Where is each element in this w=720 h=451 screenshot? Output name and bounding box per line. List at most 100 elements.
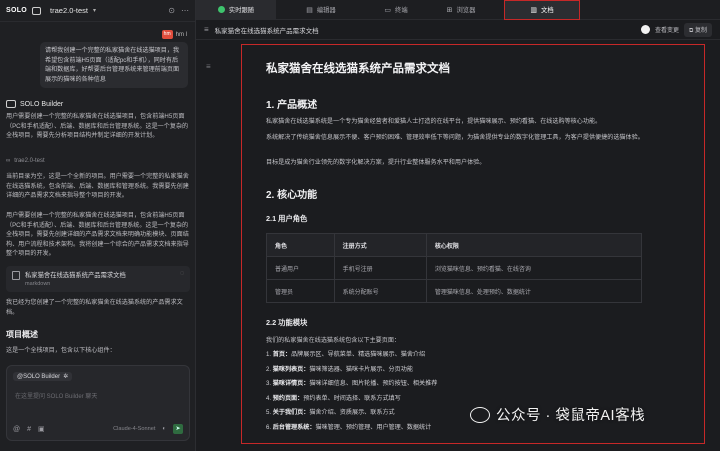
doc-paragraph: 目标是成为猫舍行业领先的数字化解决方案，提升行业整体服务水平和用户体验。 (266, 159, 486, 166)
list-item: 4. 预约页面：预约表单、时间选择、联系方式填写 (266, 394, 401, 402)
list-item: 6. 后台管理系统：猫咪管理、预约管理、用户管理、数据统计 (266, 423, 432, 431)
table-row: 普通用户 手机号注册 浏览猫咪信息、预约看猫、在线咨询 (266, 256, 643, 280)
table-header: 注册方式 (333, 233, 427, 257)
view-changes-label[interactable]: 查看变更 (655, 25, 679, 34)
document-view: 私家猫舍在线选猫系统产品需求文档 1. 产品概述 私家猫舍在线选猫系统是一个专为… (241, 44, 705, 444)
table-cell: 管理猫咪信息、处理预约、数据统计 (425, 279, 643, 303)
top-bar: SOLO trae2.0-test ▾ ⊙ ⋯ (0, 0, 195, 22)
assistant-name: SOLO Builder (20, 100, 64, 108)
solo-builder-icon (6, 100, 16, 108)
history-icon[interactable]: ⊙ (168, 6, 175, 15)
wechat-icon (470, 406, 490, 423)
copy-icon: ⧉ (689, 27, 694, 34)
list-item: 2. 猫咪列表页：猫咪筛选器、猫咪卡片展示、分页功能 (266, 365, 413, 373)
table-row: 管理员 系统分配账号 管理猫咪信息、处理预约、数据统计 (266, 279, 643, 303)
list-item: 1. 首页：品牌展示区、导航菜单、精选猫咪展示、猫舍介绍 (266, 351, 426, 358)
avatar: hm (161, 30, 173, 39)
section-heading: 1. 产品概述 (266, 100, 318, 111)
subsection-heading: 2.2 功能模块 (266, 318, 308, 327)
terminal-icon: ▭ (384, 6, 392, 14)
hash-icon[interactable]: # (27, 426, 31, 433)
live-dot-icon (217, 6, 225, 13)
watermark-text: 公众号 · 袋鼠帝AI客栈 (496, 408, 646, 424)
user-name: hm l (175, 31, 187, 38)
doc-paragraph: 我们的私家猫舍在线选猫系统包含以下主要页面： (266, 337, 401, 344)
tab-bar: 实时跟随 ▤ 编辑器 ▭ 终端 ⊞ 浏览器 ▥ 文档 (196, 0, 720, 20)
tab-editor[interactable]: ▤ 编辑器 (276, 0, 366, 20)
tab-label: 终端 (395, 7, 408, 14)
folder-tag[interactable]: ∞ trae2.0-test (6, 158, 45, 164)
doc-paragraph: 系统解决了传统猫舍信息展示不便、客户预约困难、管理效率低下等问题，为猫舍提供专业… (266, 134, 644, 141)
browser-icon: ⊞ (446, 6, 453, 14)
assistant-paragraph: 用户需要创建一个完整的私家猫舍在线选猫项目，包含前端H5页面（PC和手机适配）、… (6, 212, 189, 258)
workspace-panel: 实时跟随 ▤ 编辑器 ▭ 终端 ⊞ 浏览器 ▥ 文档 ≡ 私家猫舍在线选猫系统产… (196, 0, 720, 451)
table-cell: 手机号注册 (333, 256, 427, 280)
expand-icon[interactable]: ◌ (180, 270, 184, 277)
input-placeholder[interactable]: 在这里提问 SOLO Builder 聊天 (15, 391, 97, 400)
table-cell: 管理员 (266, 279, 335, 303)
list-item: 5. 关于我们页：猫舍介绍、资质展示、联系方式 (266, 409, 395, 416)
agent-tag[interactable]: @SOLO Builder ✲ (13, 372, 73, 381)
chevron-down-icon[interactable]: ▾ (93, 7, 96, 14)
at-icon[interactable]: @ (13, 426, 20, 433)
outline-icon[interactable]: ≡ (206, 62, 211, 71)
model-selector[interactable]: Claude-4-Sonnet (113, 426, 155, 432)
sparkle-icon: ✲ (63, 374, 69, 380)
table-header: 核心权限 (425, 233, 643, 257)
app-window: SOLO trae2.0-test ▾ ⊙ ⋯ hm hm l 请帮我创建一个完… (0, 0, 720, 451)
project-name[interactable]: trae2.0-test (50, 6, 88, 15)
image-icon[interactable]: ▣ (38, 425, 45, 433)
tab-browser[interactable]: ⊞ 浏览器 (426, 0, 496, 20)
docs-icon: ▥ (530, 6, 538, 14)
module-list: 1. 首页：品牌展示区、导航菜单、精选猫咪展示、猫舍介绍 2. 猫咪列表页：猫咪… (266, 348, 437, 435)
copy-label: 复制 (694, 27, 707, 34)
tab-label: 浏览器 (456, 7, 476, 14)
file-card[interactable]: 私家猫舍在线选猫系统产品需求文档 markdown ◌ (6, 266, 190, 292)
mic-icon[interactable]: ◐ (162, 426, 166, 432)
folder-tag-label: trae2.0-test (14, 158, 45, 164)
doc-header: ≡ 私家猫舍在线选猫系统产品需求文档 查看变更 ⧉ 复制 (196, 20, 720, 40)
table-header: 角色 (266, 233, 335, 257)
tab-label: 实时跟随 (228, 7, 255, 14)
tab-docs[interactable]: ▥ 文档 (504, 0, 580, 20)
tab-live-follow[interactable]: 实时跟随 (196, 0, 276, 20)
watermark: 公众号 · 袋鼠帝AI客栈 (470, 404, 645, 425)
tab-terminal[interactable]: ▭ 终端 (366, 0, 426, 20)
view-changes-toggle[interactable] (641, 25, 650, 34)
section-heading: 项目概述 (6, 330, 38, 339)
agent-tag-label: @SOLO Builder (17, 373, 61, 380)
assistant-paragraph: 我已经为您创建了一个完整的私家猫舍在线选猫系统的产品需求文档。 (6, 299, 183, 316)
assistant-paragraph: 这是一个全栈项目，包含以下核心组件： (6, 347, 116, 354)
chat-input[interactable]: @SOLO Builder ✲ 在这里提问 SOLO Builder 聊天 @ … (6, 365, 190, 441)
subsection-heading: 2.1 用户角色 (266, 214, 308, 223)
tab-label: 文档 (541, 7, 554, 14)
copy-button[interactable]: ⧉ 复制 (684, 22, 712, 37)
table-cell: 普通用户 (266, 256, 335, 280)
link-icon: ∞ (6, 158, 11, 164)
doc-header-title: 私家猫舍在线选猫系统产品需求文档 (214, 27, 319, 35)
assistant-header: SOLO Builder (6, 100, 63, 108)
solo-logo: SOLO (6, 7, 28, 14)
table-cell: 浏览猫咪信息、预约看猫、在线咨询 (425, 256, 643, 280)
more-icon[interactable]: ⋯ (181, 6, 189, 15)
roles-table: 角色 注册方式 核心权限 普通用户 手机号注册 浏览猫咪信息、预约看猫、在线咨询… (266, 233, 643, 303)
assistant-paragraph: 用户需要创建一个完整的私家猫舍在线选猫项目，包含前端H5页面（PC和手机适配）、… (6, 113, 189, 140)
tab-label: 编辑器 (316, 7, 336, 14)
file-type: markdown (25, 281, 51, 287)
menu-icon[interactable]: ≡ (204, 25, 209, 34)
table-header-row: 角色 注册方式 核心权限 (266, 233, 643, 257)
editor-icon: ▤ (306, 6, 313, 14)
table-cell: 系统分配账号 (333, 279, 427, 303)
user-message: 请帮我创建一个完整的私家猫舍在线选猫项目，我希望包含前端H5页面（适配pc和手机… (40, 42, 188, 89)
document-icon (12, 271, 20, 280)
user-row: hm hm l (161, 30, 187, 39)
doc-title: 私家猫舍在线选猫系统产品需求文档 (266, 63, 450, 75)
list-item: 3. 猫咪详情页：猫咪详细信息、图片轮播、预约按钮、相关推荐 (266, 380, 438, 387)
doc-paragraph: 私家猫舍在线选猫系统是一个专为猫舍经营者和爱猫人士打造的在线平台，提供猫咪展示、… (266, 118, 602, 125)
chat-panel: SOLO trae2.0-test ▾ ⊙ ⋯ hm hm l 请帮我创建一个完… (0, 0, 196, 451)
layout-icon[interactable] (32, 6, 42, 15)
input-toolbar: @ # ▣ Claude-4-Sonnet ◐ ➤ (13, 424, 183, 434)
section-heading: 2. 核心功能 (266, 190, 318, 201)
send-button[interactable]: ➤ (173, 424, 183, 434)
file-title: 私家猫舍在线选猫系统产品需求文档 (25, 272, 126, 279)
